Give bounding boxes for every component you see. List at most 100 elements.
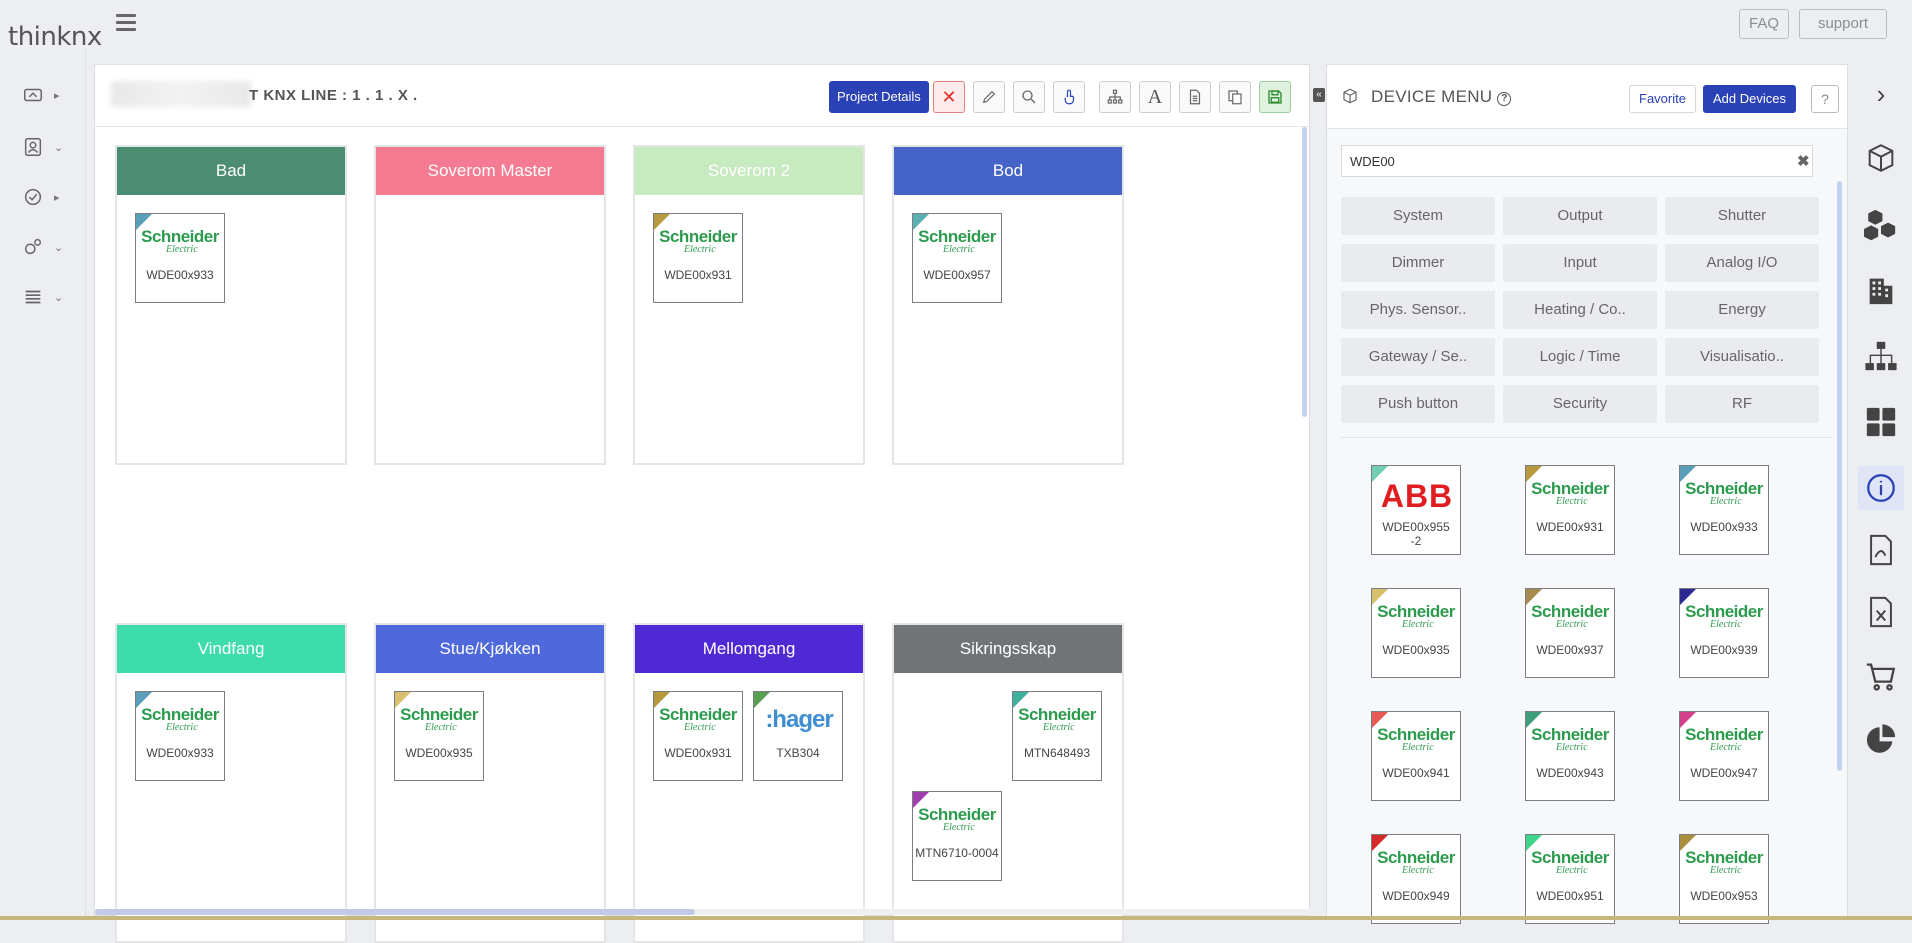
device-tile[interactable]: Schneider Electric WDE00x933	[1679, 465, 1769, 555]
favorite-button[interactable]: Favorite	[1629, 85, 1696, 113]
room-card[interactable]: Mellomgang Schneider Electric WDE00x931:hag…	[633, 623, 865, 943]
category-button[interactable]: Security	[1503, 385, 1657, 423]
widgets-tool[interactable]	[1863, 404, 1899, 440]
scrollbar-thumb[interactable]	[95, 909, 695, 915]
topology-tool[interactable]	[1863, 338, 1899, 374]
category-button[interactable]: Dimmer	[1341, 244, 1495, 282]
device-tile[interactable]: Schneider Electric MTN648493	[1012, 691, 1102, 781]
nav-settings[interactable]: ⌄	[22, 232, 72, 262]
schneider-logo: Schneider Electric	[1685, 479, 1763, 507]
text-button[interactable]: A	[1139, 81, 1171, 113]
support-button[interactable]: support	[1799, 9, 1887, 39]
device-tile[interactable]: Schneider Electric WDE00x931	[1525, 465, 1615, 555]
hierarchy-button[interactable]	[1099, 81, 1131, 113]
room-card[interactable]: Stue/Kjøkken Schneider Electric WDE00x935	[374, 623, 606, 943]
category-button[interactable]: Heating / Co..	[1503, 291, 1657, 329]
room-title[interactable]: Soverom 2	[635, 147, 863, 195]
device-name: WDE00x933	[146, 268, 214, 282]
search-button[interactable]	[1013, 81, 1045, 113]
save-button[interactable]	[1259, 81, 1291, 113]
category-button[interactable]: Energy	[1665, 291, 1819, 329]
device-tile[interactable]: Schneider Electric WDE00x953	[1679, 834, 1769, 924]
category-button[interactable]: RF	[1665, 385, 1819, 423]
menu-toggle-button[interactable]	[116, 14, 136, 32]
device-tile[interactable]: Schneider Electric WDE00x937	[1525, 588, 1615, 678]
category-button[interactable]: System	[1341, 197, 1495, 235]
device-tool[interactable]	[1863, 140, 1899, 176]
room-title[interactable]: Mellomgang	[635, 625, 863, 673]
excel-tool[interactable]	[1863, 594, 1899, 630]
cart-tool[interactable]	[1863, 658, 1899, 694]
device-tile[interactable]: Schneider Electric WDE00x957	[912, 213, 1002, 303]
device-tile[interactable]: Schneider Electric WDE00x941	[1371, 711, 1461, 801]
room-title[interactable]: Sikringsskap	[894, 625, 1122, 673]
device-tile[interactable]: Schneider Electric WDE00x933	[135, 213, 225, 303]
device-menu-scrollbar[interactable]	[1837, 181, 1842, 771]
category-button[interactable]: Push button	[1341, 385, 1495, 423]
cubes-icon	[1864, 209, 1896, 241]
device-tile[interactable]: Schneider Electric WDE00x947	[1679, 711, 1769, 801]
device-tile[interactable]: Schneider Electric MTN6710-0004	[912, 791, 1002, 881]
room-card[interactable]: Soverom Master	[374, 145, 606, 465]
building-tool[interactable]	[1863, 272, 1899, 308]
device-tile[interactable]: ABB WDE00x955 -2	[1371, 465, 1461, 555]
copy-icon	[1228, 90, 1242, 105]
document-button[interactable]	[1179, 81, 1211, 113]
knx-line-label: T KNX LINE : 1 . 1 . X .	[249, 87, 418, 104]
pencil-icon	[982, 90, 996, 104]
room-card[interactable]: Sikringsskap Schneider Electric MTN648493 Sc…	[892, 623, 1124, 943]
room-card[interactable]: Vindfang Schneider Electric WDE00x933	[115, 623, 347, 943]
room-title[interactable]: Bad	[117, 147, 345, 195]
expand-right-button[interactable]: ›	[1863, 76, 1899, 112]
faq-button[interactable]: FAQ	[1739, 9, 1789, 39]
category-button[interactable]: Visualisatio..	[1665, 338, 1819, 376]
nav-users[interactable]: ⌄	[22, 132, 72, 162]
help-circle-icon[interactable]: ?	[1497, 92, 1512, 106]
canvas-horizontal-scrollbar[interactable]	[95, 909, 1311, 915]
device-tile[interactable]: Schneider Electric WDE00x933	[135, 691, 225, 781]
room-card[interactable]: Bad Schneider Electric WDE00x933	[115, 145, 347, 465]
category-button[interactable]: Logic / Time	[1503, 338, 1657, 376]
top-bar: thinknx FAQ support	[0, 0, 1912, 52]
info-tool[interactable]	[1858, 466, 1904, 510]
pdf-tool[interactable]	[1863, 532, 1899, 568]
device-tile[interactable]: Schneider Electric WDE00x951	[1525, 834, 1615, 924]
copy-button[interactable]	[1219, 81, 1251, 113]
device-tile[interactable]: Schneider Electric WDE00x943	[1525, 711, 1615, 801]
device-tile[interactable]: Schneider Electric WDE00x935	[394, 691, 484, 781]
room-card[interactable]: Bod Schneider Electric WDE00x957	[892, 145, 1124, 465]
room-card[interactable]: Soverom 2 Schneider Electric WDE00x931	[633, 145, 865, 465]
room-title[interactable]: Bod	[894, 147, 1122, 195]
add-devices-button[interactable]: Add Devices	[1703, 85, 1796, 113]
collapse-panel-button[interactable]: «	[1313, 88, 1325, 102]
category-button[interactable]: Analog I/O	[1665, 244, 1819, 282]
room-title[interactable]: Vindfang	[117, 625, 345, 673]
device-name: TXB304	[776, 746, 820, 760]
nav-tasks[interactable]: ▸	[22, 182, 72, 212]
devices-tool[interactable]	[1863, 206, 1899, 242]
nav-list[interactable]: ⌄	[22, 282, 72, 312]
help-button[interactable]: ?	[1811, 85, 1839, 113]
category-button[interactable]: Shutter	[1665, 197, 1819, 235]
category-button[interactable]: Phys. Sensor..	[1341, 291, 1495, 329]
category-button[interactable]: Gateway / Se..	[1341, 338, 1495, 376]
device-tile[interactable]: Schneider Electric WDE00x931	[653, 691, 743, 781]
project-details-button[interactable]: Project Details	[829, 81, 929, 113]
device-tile[interactable]: Schneider Electric WDE00x949	[1371, 834, 1461, 924]
category-button[interactable]: Output	[1503, 197, 1657, 235]
edit-button[interactable]	[973, 81, 1005, 113]
device-tile[interactable]: Schneider Electric WDE00x935	[1371, 588, 1461, 678]
delete-button[interactable]: ✕	[933, 81, 965, 113]
touch-button[interactable]	[1053, 81, 1085, 113]
nav-dashboard[interactable]: ▸	[22, 80, 72, 110]
room-title[interactable]: Stue/Kjøkken	[376, 625, 604, 673]
canvas-vertical-scrollbar[interactable]	[1302, 127, 1307, 417]
device-tile[interactable]: Schneider Electric WDE00x931	[653, 213, 743, 303]
category-button[interactable]: Input	[1503, 244, 1657, 282]
device-search-input[interactable]	[1341, 145, 1813, 177]
device-tile[interactable]: :hager TXB304	[753, 691, 843, 781]
clear-search-icon[interactable]: ✖	[1797, 152, 1810, 170]
device-tile[interactable]: Schneider Electric WDE00x939	[1679, 588, 1769, 678]
report-tool[interactable]	[1863, 722, 1899, 758]
room-title[interactable]: Soverom Master	[376, 147, 604, 195]
